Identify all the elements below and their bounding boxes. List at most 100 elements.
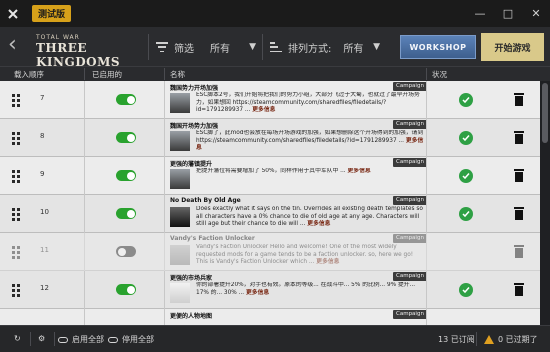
title-bar: 测试版 — □ ✕ [0, 0, 550, 27]
mod-title: No Death By Old Age [170, 197, 241, 204]
mod-thumbnail [170, 207, 190, 227]
play-button[interactable]: 开始游戏 [481, 33, 544, 61]
trash-icon[interactable] [514, 245, 524, 258]
divider [84, 68, 85, 80]
campaign-tag: Campaign [393, 196, 427, 205]
column-order[interactable]: 载入顺序 [14, 69, 44, 80]
sort-value: 所有 [343, 43, 364, 55]
campaign-tag: Campaign [393, 310, 427, 319]
enabled-toggle[interactable] [116, 208, 136, 219]
subscribed-count: 13 已订阅 [438, 335, 475, 344]
enable-all-button[interactable]: 启用全部 [58, 334, 104, 345]
divider [148, 34, 149, 60]
drag-handle-icon[interactable] [12, 246, 20, 259]
status-ok-icon [459, 283, 473, 297]
status-ok-icon [459, 131, 473, 145]
mod-list: 7 魏国势力开场加强 ESC脚本2号，我们开始将把我们的势力小组，大部分飞过于大… [0, 81, 540, 325]
mod-row[interactable]: 7 魏国势力开场加强 ESC脚本2号，我们开始将把我们的势力小组，大部分飞过于大… [0, 81, 540, 119]
back-arrow-icon[interactable]: ‹ [8, 34, 24, 56]
maximize-button[interactable]: □ [494, 0, 522, 27]
divider [426, 68, 427, 80]
sort-label: 排列方式: [288, 43, 332, 55]
settings-icon[interactable]: ⚙ [38, 334, 45, 343]
load-order: 12 [40, 284, 49, 292]
mod-description: ESC脚了，此mod也会放在每场开场游戏的加强，如果想删除这个开场得到的加强，请… [196, 130, 424, 151]
enabled-toggle[interactable] [116, 170, 136, 181]
mod-description: ESC脚本2号，我们开始将把我们的势力小组，大部分飞过于大蜀，也就过了最早开场势… [196, 92, 420, 113]
mod-row[interactable]: 9 更强的藩镇提升 把提升藩位将需要增加了 50%，同样作用于其中军队中 ...… [0, 157, 540, 195]
trash-icon[interactable] [514, 207, 524, 220]
column-enabled[interactable]: 已启用的 [92, 69, 122, 80]
divider [164, 68, 165, 80]
window-controls: — □ ✕ [466, 0, 550, 27]
trash-icon[interactable] [514, 131, 524, 144]
more-info-link[interactable]: 更多信息 [347, 168, 370, 174]
minimize-button[interactable]: — [466, 0, 494, 27]
drag-handle-icon[interactable] [12, 284, 20, 297]
filter-dropdown[interactable]: 筛选 所有 ▼ [148, 34, 256, 60]
mod-row[interactable]: 11 Vandy's Faction Unlocker Vandy's Fact… [0, 233, 540, 271]
warning-icon [484, 335, 494, 344]
campaign-tag: Campaign [393, 272, 427, 281]
mod-row[interactable]: 12 更强的市场兵家 你的部署提升20%，对手也有效。原本的等级... 在战斗中… [0, 271, 540, 309]
outdated-label: 0 已过期了 [498, 335, 538, 344]
mod-thumbnail [170, 131, 190, 151]
game-logo: TOTAL WAR THREE KINGDOMS [36, 34, 122, 69]
load-order: 8 [40, 132, 45, 140]
mod-thumbnail [170, 93, 190, 113]
mod-title: 魏国势力开场加强 [170, 85, 219, 92]
drag-handle-icon[interactable] [12, 170, 20, 183]
mod-row[interactable]: 10 No Death By Old Age Does exactly what… [0, 195, 540, 233]
toggle-icon [108, 336, 118, 343]
chevron-down-icon: ▼ [373, 42, 380, 52]
status-ok-icon [459, 207, 473, 221]
workshop-button[interactable]: WORKSHOP [400, 35, 476, 59]
drag-handle-icon[interactable] [12, 94, 20, 107]
enabled-toggle[interactable] [116, 94, 136, 105]
chevron-down-icon: ▼ [249, 42, 256, 52]
mod-description: Does exactly what it says on the tin. Ov… [196, 206, 423, 227]
more-info-link[interactable]: 更多信息 [307, 221, 330, 227]
mod-row[interactable]: 8 魏国开场势力加强 ESC脚了，此mod也会放在每场开场游戏的加强，如果想删除… [0, 119, 540, 157]
disable-all-label: 停用全部 [122, 335, 154, 344]
enabled-toggle[interactable] [116, 246, 136, 257]
trash-icon[interactable] [514, 283, 524, 296]
load-order: 7 [40, 94, 45, 102]
mod-thumbnail [170, 283, 190, 303]
refresh-icon[interactable]: ↻ [14, 334, 21, 343]
enabled-toggle[interactable] [116, 132, 136, 143]
scroll-thumb[interactable] [542, 83, 548, 143]
disable-all-button[interactable]: 停用全部 [108, 334, 154, 345]
mod-description: 你的部署提升20%，对手也有效。原本的等级... 在战斗中... 5% 的比例.… [196, 282, 416, 296]
mod-title: Vandy's Faction Unlocker [170, 235, 255, 242]
enabled-toggle[interactable] [116, 284, 136, 295]
drag-handle-icon[interactable] [12, 208, 20, 221]
campaign-tag: Campaign [393, 82, 427, 91]
campaign-tag: Campaign [393, 158, 427, 167]
column-status[interactable]: 状况 [432, 69, 447, 80]
mod-thumbnail [170, 169, 190, 189]
close-button[interactable]: ✕ [522, 0, 550, 27]
scrollbar[interactable] [540, 81, 550, 325]
trash-icon[interactable] [514, 93, 524, 106]
mod-thumbnail [170, 245, 190, 265]
column-name[interactable]: 名称 [170, 69, 185, 80]
trash-icon[interactable] [514, 169, 524, 182]
more-info-link[interactable]: 更多信息 [246, 290, 269, 296]
more-info-link[interactable]: 更多信息 [252, 107, 275, 113]
more-info-link[interactable]: 更多信息 [316, 259, 339, 265]
campaign-tag: Campaign [393, 234, 427, 243]
mod-row[interactable]: 更便的人物地图 Campaign [0, 309, 540, 325]
campaign-tag: Campaign [393, 120, 427, 129]
logo-subtitle: TOTAL WAR [36, 34, 80, 41]
mod-manager-window: 测试版 — □ ✕ ‹ TOTAL WAR THREE KINGDOMS 筛选 … [0, 0, 550, 352]
mod-description: 把提升藩位将需要增加了 50%，同样作用于其中军队中 ... 更多信息 [196, 168, 371, 174]
divider [262, 34, 263, 60]
sort-dropdown[interactable]: 排列方式: 所有 ▼ [262, 34, 380, 60]
filter-label: 筛选 [174, 43, 194, 55]
load-order: 11 [40, 246, 49, 254]
beta-badge: 测试版 [32, 5, 72, 22]
logo-title: THREE KINGDOMS [36, 41, 121, 69]
load-order: 9 [40, 170, 45, 178]
drag-handle-icon[interactable] [12, 132, 20, 145]
